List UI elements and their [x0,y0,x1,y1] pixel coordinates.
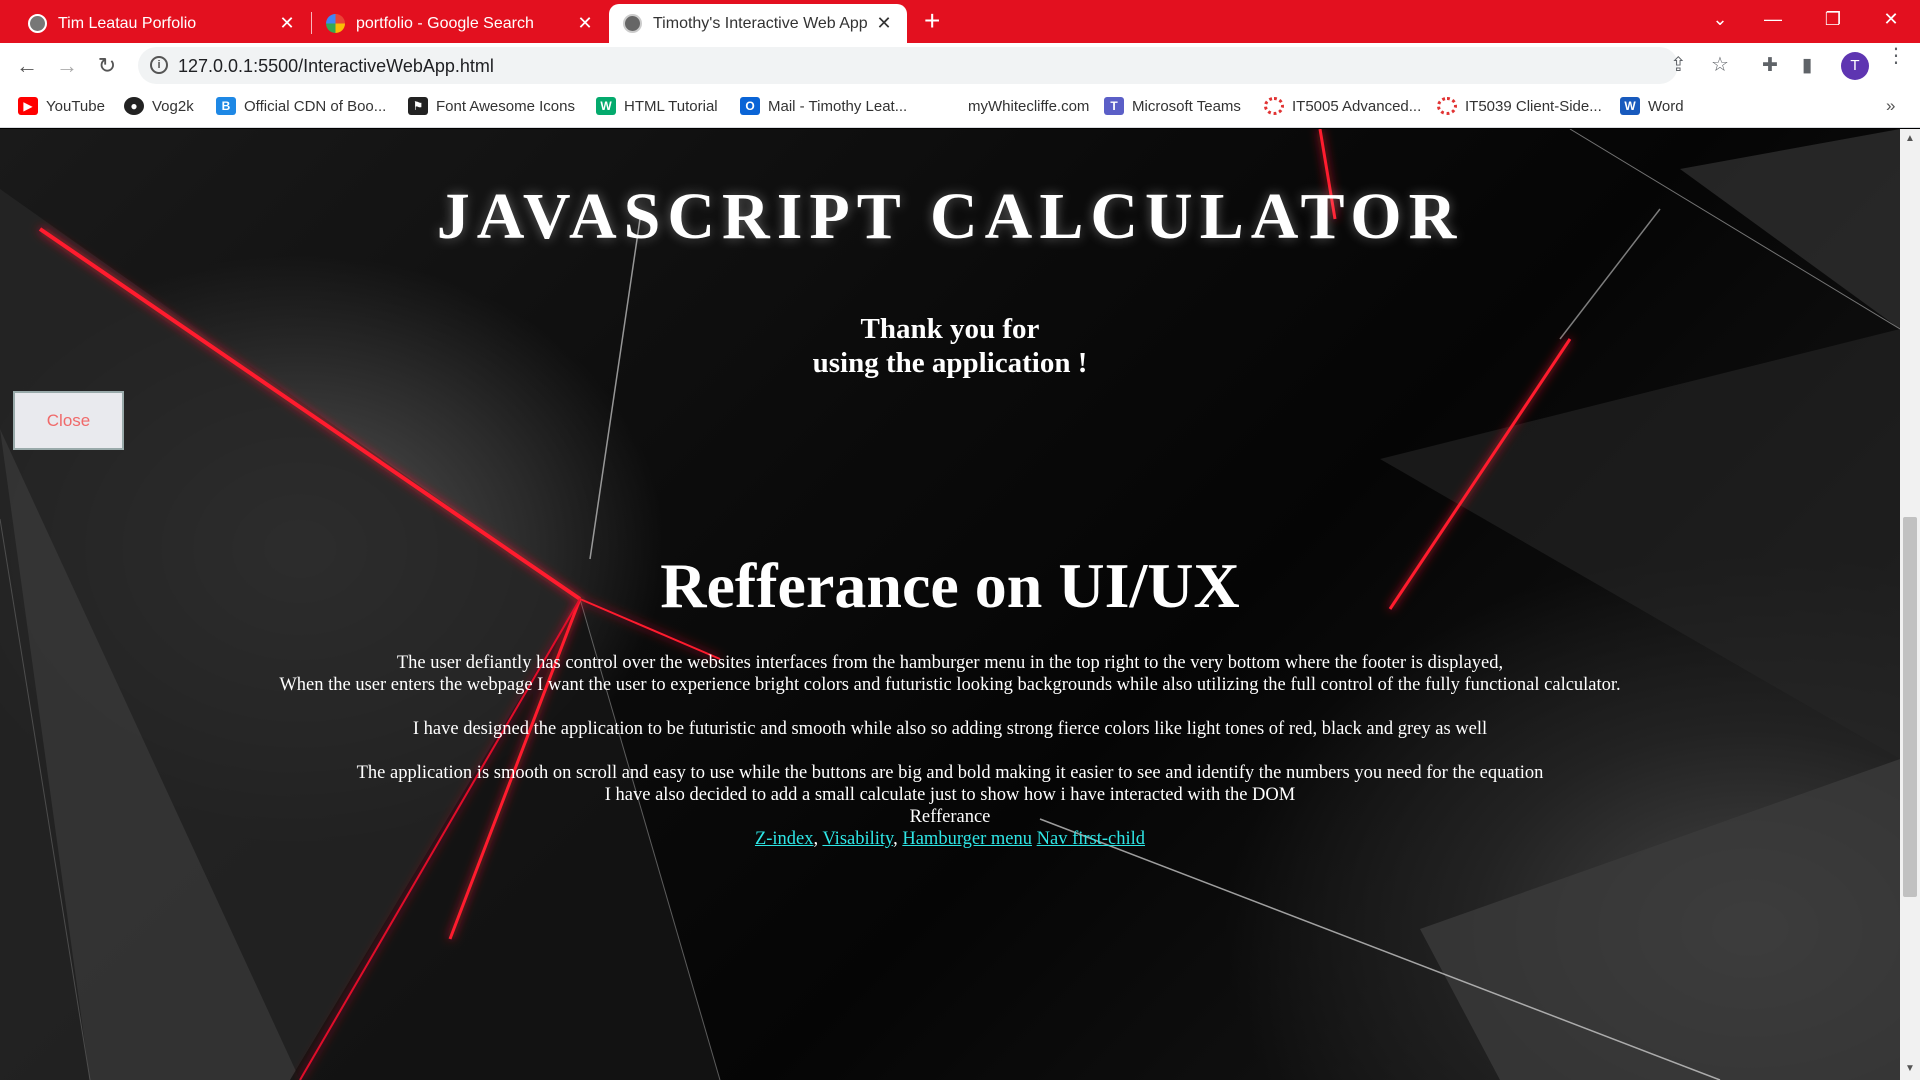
back-button[interactable]: ← [12,51,42,81]
tab-title: Timothy's Interactive Web App [653,14,868,32]
bookmark-mywhitecliffe[interactable]: myWhitecliffe.com [932,97,1089,115]
close-icon[interactable]: ✕ [278,13,296,34]
address-bar[interactable]: i 127.0.0.1:5500/InteractiveWebApp.html … [138,47,1729,84]
outlook-icon: O [740,97,760,115]
tab-interactive-web-app[interactable]: Timothy's Interactive Web App ✕ [609,4,907,43]
close-button[interactable]: Close [13,391,124,450]
bookmark-microsoft-teams[interactable]: T Microsoft Teams [1104,97,1241,115]
extensions-icon[interactable]: ✚ [1762,54,1778,77]
youtube-icon: ▶ [18,97,38,115]
link-hamburger-menu[interactable]: Hamburger menu [902,829,1032,849]
close-icon[interactable]: ✕ [875,13,893,34]
bookmark-word[interactable]: W Word [1620,97,1684,115]
bookmark-it5005[interactable]: IT5005 Advanced... [1264,97,1421,115]
tab-google-search[interactable]: portfolio - Google Search ✕ [312,4,608,43]
thank-you-message: Thank you for using the application ! [0,312,1900,380]
globe-icon [28,14,47,33]
share-icon[interactable]: ⇪ [1670,52,1687,77]
site-info-icon[interactable]: i [150,56,168,74]
new-tab-button[interactable]: + [924,6,940,36]
bookmark-label: Microsoft Teams [1132,97,1241,115]
blank-page-icon [932,97,960,115]
github-icon: ● [124,97,144,115]
bookmark-it5039[interactable]: IT5039 Client-Side... [1437,97,1602,115]
bookmark-label: YouTube [46,97,105,115]
bookmark-label: Vog2k [152,97,194,115]
reference-body: The user defiantly has control over the … [0,652,1900,850]
canvas-icon [1264,97,1284,115]
teams-icon: T [1104,97,1124,115]
paragraph-experience: When the user enters the webpage I want … [279,675,1621,695]
bookmark-label: HTML Tutorial [624,97,718,115]
bookmark-label: myWhitecliffe.com [968,97,1090,115]
thank-you-line-1: Thank you for [860,313,1040,345]
reference-label: Refferance [909,807,991,827]
bootstrap-icon: B [216,97,236,115]
bookmark-star-icon[interactable]: ☆ [1711,52,1729,77]
thank-you-line-2: using the application ! [812,347,1088,379]
page-title: JAVASCRIPT CALCULATOR [436,180,1464,253]
google-icon [326,14,345,33]
bookmark-vog2k[interactable]: ● Vog2k [124,97,194,115]
bookmark-label: Word [1648,97,1684,115]
paragraph-design: I have designed the application to be fu… [412,719,1488,739]
link-separator: , [893,829,903,849]
globe-icon [623,14,642,33]
restore-button[interactable]: ❐ [1813,6,1853,32]
tab-portfolio[interactable]: Tim Leatau Porfolio ✕ [14,4,310,43]
minimize-button[interactable]: — [1753,6,1793,32]
profile-avatar[interactable]: T [1841,52,1869,80]
link-nav-first-child[interactable]: Nav first-child [1037,829,1145,849]
reference-links: Z-index, Visability, Hamburger menu Nav … [0,828,1900,850]
page-viewport: JAVASCRIPT CALCULATOR Thank you for usin… [0,129,1900,1080]
link-z-index[interactable]: Z-index [755,829,814,849]
bookmarks-bar: ▶ YouTube ● Vog2k B Official CDN of Boo.… [0,88,1920,128]
tab-title: Tim Leatau Porfolio [58,14,197,32]
bookmark-label: Font Awesome Icons [436,97,575,115]
bookmark-label: IT5039 Client-Side... [1465,97,1602,115]
tab-strip: Tim Leatau Porfolio ✕ portfolio - Google… [0,0,1920,43]
reference-heading: Refferance on UI/UX [660,550,1240,621]
browser-toolbar: ← → ↻ i 127.0.0.1:5500/InteractiveWebApp… [0,43,1920,88]
forward-button[interactable]: → [52,51,82,81]
paragraph-dom: I have also decided to add a small calcu… [604,785,1296,805]
fontawesome-icon: ⚑ [408,97,428,115]
browser-window: Tim Leatau Porfolio ✕ portfolio - Google… [0,0,1920,1080]
page-scrollbar[interactable]: ▲ ▼ [1900,129,1920,1080]
link-visability[interactable]: Visability [822,829,893,849]
bookmark-html-tutorial[interactable]: W HTML Tutorial [596,97,718,115]
bookmark-font-awesome[interactable]: ⚑ Font Awesome Icons [408,97,575,115]
side-panel-icon[interactable]: ▮ [1802,54,1812,77]
scrollbar-thumb[interactable] [1903,517,1917,897]
paragraph-user-control: The user defiantly has control over the … [396,653,1504,673]
bookmark-label: IT5005 Advanced... [1292,97,1422,115]
scroll-up-icon[interactable]: ▲ [1905,133,1915,144]
w3schools-icon: W [596,97,616,115]
tab-search-icon[interactable]: ⌄ [1700,6,1740,32]
close-icon[interactable]: ✕ [576,13,594,34]
url-text[interactable]: 127.0.0.1:5500/InteractiveWebApp.html [178,56,494,77]
bookmark-mail[interactable]: O Mail - Timothy Leat... [740,97,907,115]
word-icon: W [1620,97,1640,115]
window-close-button[interactable]: ✕ [1871,6,1911,32]
scroll-down-icon[interactable]: ▼ [1905,1063,1915,1074]
bookmark-label: Mail - Timothy Leat... [768,97,908,115]
bookmark-bootstrap-cdn[interactable]: B Official CDN of Boo... [216,97,386,115]
browser-menu-icon[interactable]: ⋮ [1886,46,1906,66]
bookmark-youtube[interactable]: ▶ YouTube [18,97,105,115]
tab-title: portfolio - Google Search [356,14,534,32]
canvas-icon [1437,97,1457,115]
bookmarks-overflow-icon[interactable]: » [1886,96,1895,116]
paragraph-usability: The application is smooth on scroll and … [356,763,1544,783]
reload-button[interactable]: ↻ [92,51,122,81]
bookmark-label: Official CDN of Boo... [244,97,387,115]
